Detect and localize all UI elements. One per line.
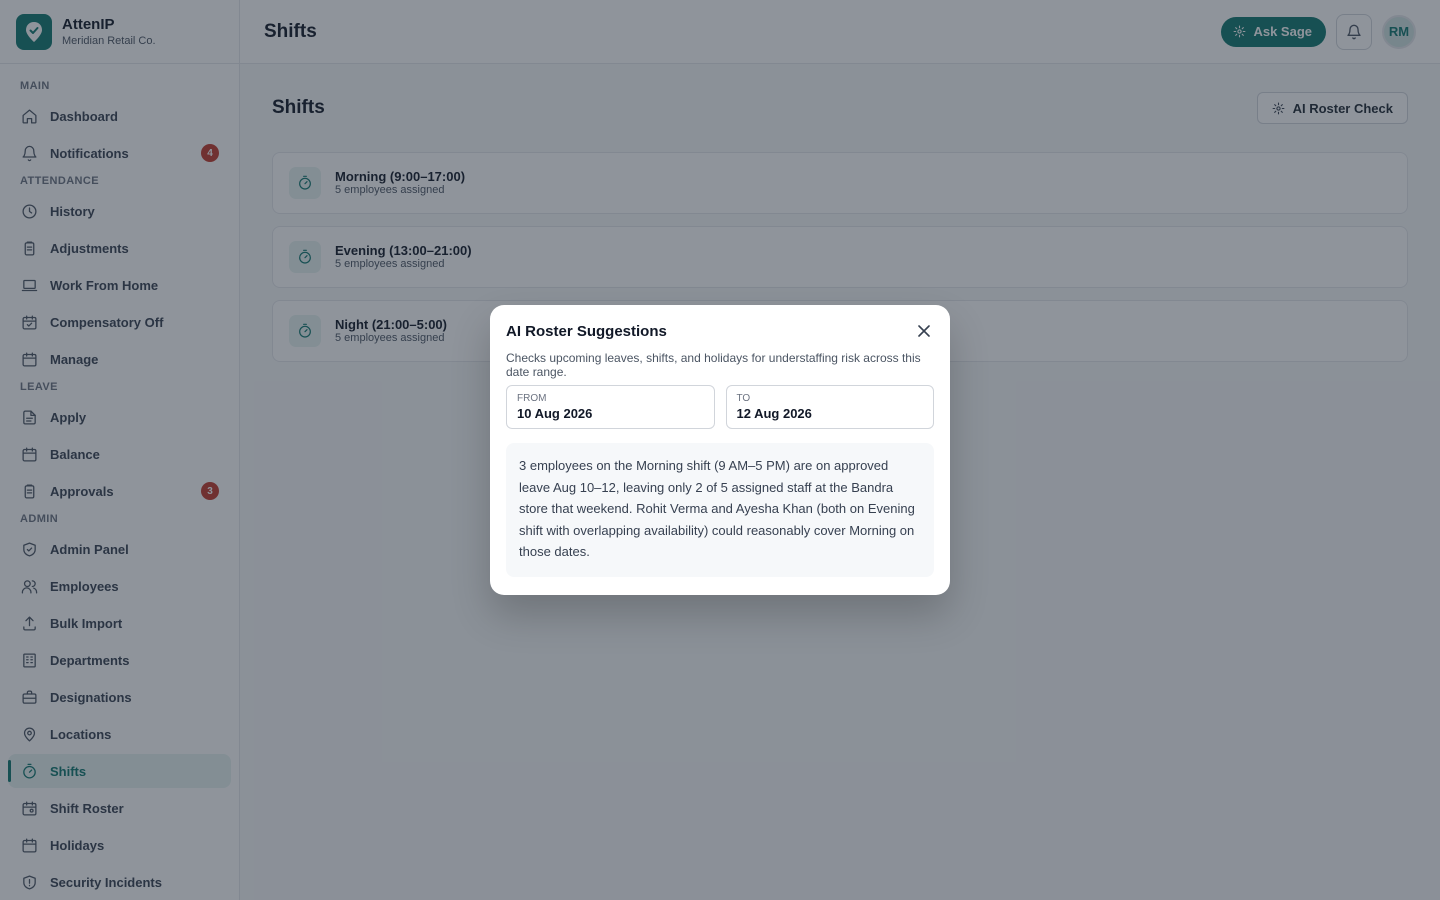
modal-title: AI Roster Suggestions xyxy=(506,322,667,340)
close-icon xyxy=(918,325,930,337)
modal-description: Checks upcoming leaves, shifts, and holi… xyxy=(506,351,921,379)
from-date-label: FROM xyxy=(517,393,547,404)
close-button[interactable] xyxy=(914,321,934,341)
to-date-field[interactable]: TO 12 Aug 2026 xyxy=(725,385,934,429)
from-date-field[interactable]: FROM 10 Aug 2026 xyxy=(506,385,715,429)
to-date-value: 12 Aug 2026 xyxy=(736,406,812,421)
from-date-value: 10 Aug 2026 xyxy=(517,406,593,421)
roster-suggestion-text: 3 employees on the Morning shift (9 AM–5… xyxy=(506,443,934,577)
to-date-label: TO xyxy=(736,393,751,404)
ai-roster-modal: AI Roster Suggestions Checks upcoming le… xyxy=(490,305,950,595)
